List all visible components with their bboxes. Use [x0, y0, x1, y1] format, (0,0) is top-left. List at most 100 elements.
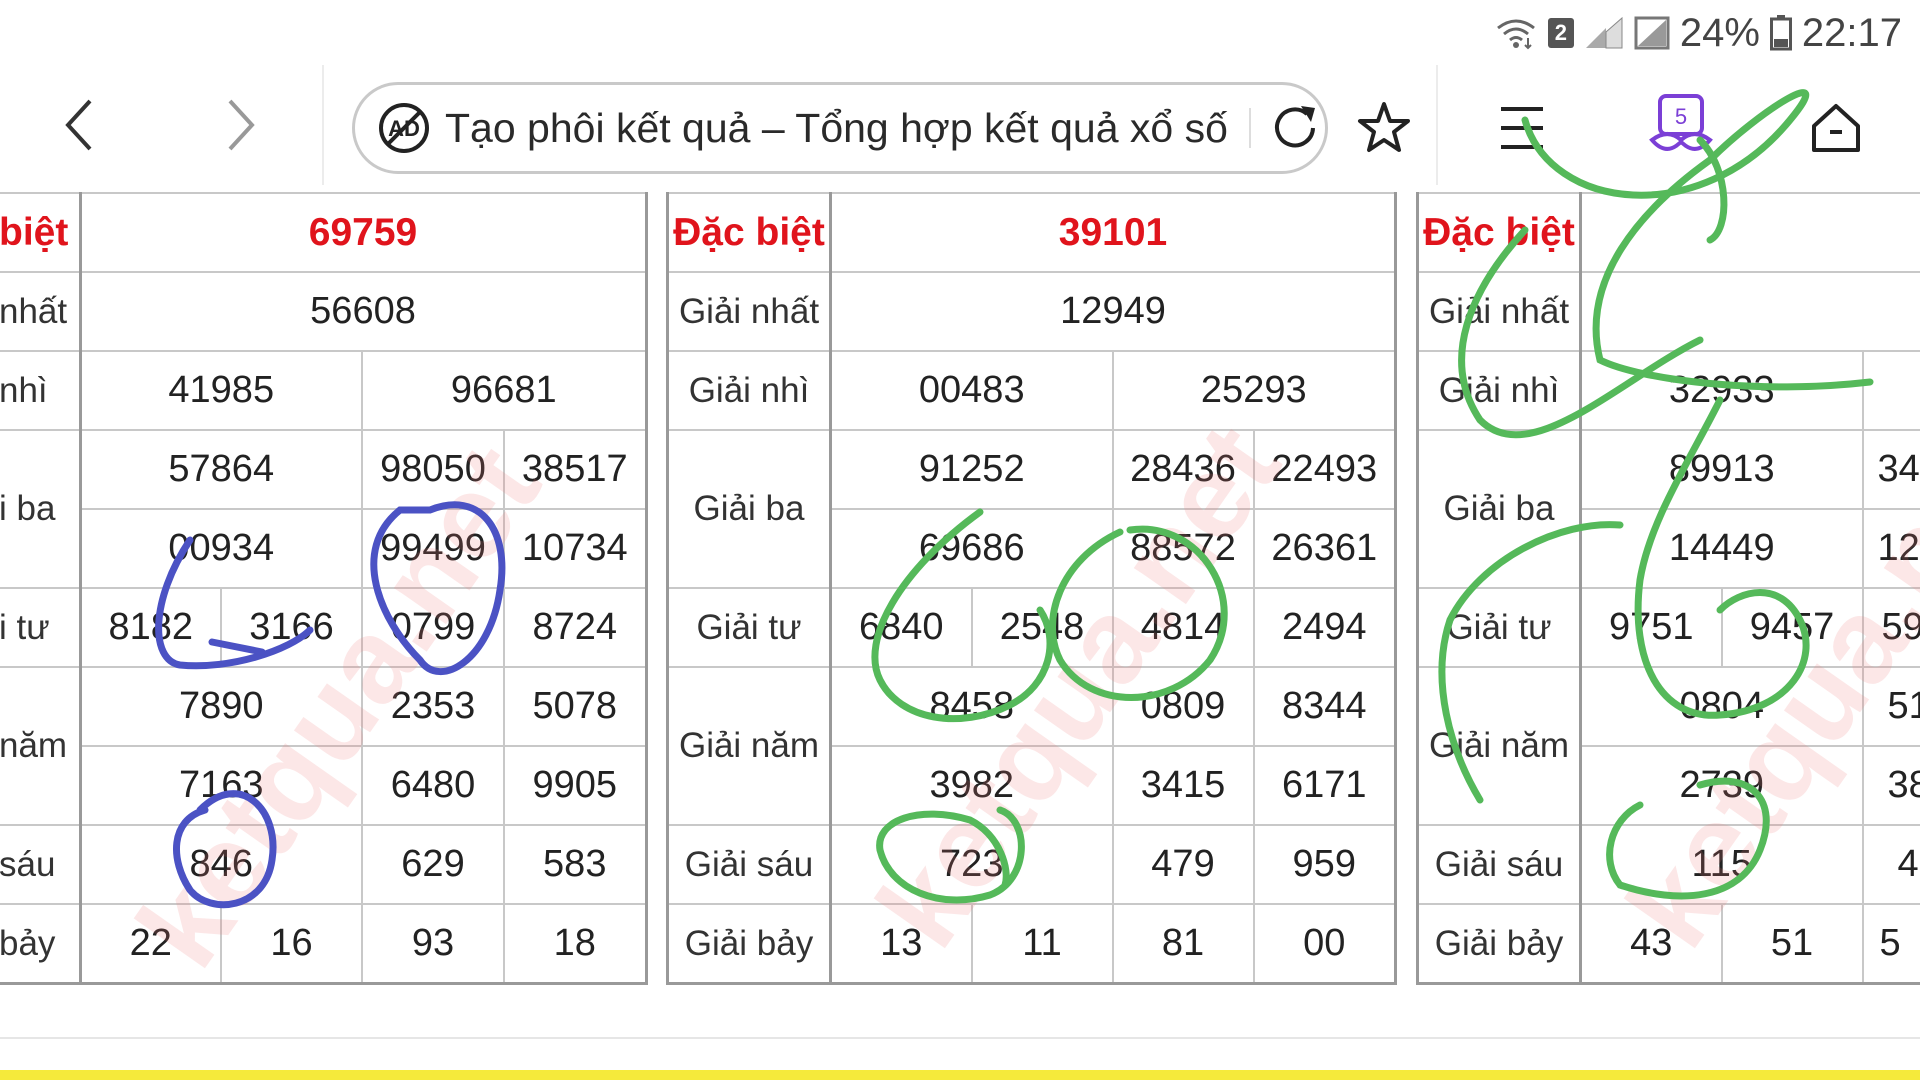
table-row: i tư 8182 3166 0799 8724 — [0, 587, 648, 668]
prize-cell: 8182 — [79, 587, 222, 668]
url-separator — [1249, 108, 1251, 148]
wifi-icon — [1494, 16, 1538, 50]
page-title-url[interactable]: Tạo phôi kết quả – Tổng hợp kết quả xổ s… — [445, 105, 1239, 152]
label-fourth: Giải tư — [1416, 587, 1582, 668]
prize-cell: 99499 — [361, 508, 505, 589]
prize-cell: 00 — [1252, 903, 1398, 985]
toolbar-divider — [322, 65, 324, 185]
prize-cell: 0804 — [1579, 666, 1864, 747]
hamburger-icon — [1501, 107, 1543, 149]
prize-cell: 2494 — [1252, 587, 1398, 668]
prize-cell: 38517 — [502, 429, 648, 510]
forward-button[interactable] — [200, 90, 280, 160]
prize-cell: 2548 — [970, 587, 1114, 668]
label-sixth: sáu — [0, 824, 82, 905]
table-row: bảy 22 16 93 18 — [0, 903, 648, 985]
results-table-1: biệt 69759 nhất 56608 nhì 41985 96681 i … — [0, 192, 648, 985]
prize-cell: 5105 — [1861, 666, 1920, 747]
prize-cell: 0799 — [361, 587, 505, 668]
home-icon — [1812, 104, 1860, 152]
prize-cell: 43 — [1579, 903, 1723, 985]
table-row: i ba 57864 98050 38517 — [0, 429, 648, 589]
prize-cell: 0809 — [1111, 666, 1255, 747]
prize-cell: 96681 — [360, 350, 648, 431]
table-row: Giải nhất 12949 — [666, 271, 1398, 352]
back-button[interactable] — [40, 90, 120, 160]
table-row: Giải tư 9751 9457 59 — [1416, 587, 1920, 668]
label-special: biệt — [0, 192, 82, 273]
prize-cell: 57864 — [79, 429, 363, 510]
tabs-button[interactable]: 5 — [1646, 90, 1716, 160]
incognito-tabs-icon: 5 — [1649, 94, 1713, 151]
table-row: Giải nhì 00483 25293 — [666, 350, 1398, 431]
table-row: Giải ba 89913 34295 — [1416, 429, 1920, 589]
reload-button[interactable] — [1265, 98, 1325, 158]
label-seventh: Giải bảy — [1416, 903, 1582, 985]
label-sixth: Giải sáu — [1416, 824, 1582, 905]
table-row: biệt 69759 — [0, 192, 648, 273]
yellow-banner-strip — [0, 1070, 1920, 1080]
prize-cell: 115 — [1579, 824, 1864, 905]
table-row: Giải bảy 43 51 5 — [1416, 903, 1920, 985]
menu-button[interactable] — [1490, 96, 1554, 160]
prize-cell: 12740 — [1861, 508, 1920, 589]
table-row: Giải sáu 115 433 — [1416, 824, 1920, 905]
prize-cell: 433 — [1861, 824, 1920, 905]
prize-cell: 26361 — [1252, 508, 1398, 589]
prize-cell: 583 — [502, 824, 648, 905]
reload-icon — [1275, 106, 1315, 148]
prize-cell: 3982 — [829, 745, 1114, 826]
signal-icon — [1584, 16, 1624, 50]
screen: 2 24% 22:17 Tạo phôi kết quả – Tổng hợp … — [0, 0, 1920, 1080]
results-content: biệt 69759 nhất 56608 nhì 41985 96681 i … — [0, 192, 1920, 1080]
prize-cell: 32933 — [1579, 350, 1864, 431]
prize-cell: 10734 — [502, 508, 648, 589]
special-prize-value: 16509 — [1579, 192, 1920, 273]
chevron-left-icon — [65, 99, 92, 151]
address-bar[interactable]: AD Tạo phôi kết quả – Tổng hợp kết quả x… — [352, 82, 1328, 174]
prize-cell: 629 — [361, 824, 505, 905]
label-fifth: Giải năm — [1416, 666, 1582, 826]
prize-cell: 00483 — [829, 350, 1114, 431]
table-row: Giải tư 6840 2548 4814 2494 — [666, 587, 1398, 668]
prize-cell: 14449 — [1579, 508, 1864, 589]
prize-cell — [1861, 350, 1920, 431]
prize-cell: 93 — [361, 903, 505, 985]
prize-cell: 3166 — [220, 587, 363, 668]
label-first: Giải nhất — [1416, 271, 1582, 352]
prize-cell: 6171 — [1252, 745, 1398, 826]
results-table-3-viewport: Đặc biệt 16509 Giải nhất 12231 Giải nhì … — [1416, 192, 1920, 992]
ad-block-icon[interactable]: AD — [377, 101, 431, 155]
table-row: sáu 846 629 583 — [0, 824, 648, 905]
clock: 22:17 — [1801, 10, 1902, 55]
label-sixth: Giải sáu — [666, 824, 832, 905]
prize-cell: 11 — [970, 903, 1114, 985]
prize-cell: 98050 — [361, 429, 505, 510]
table-row: Giải nhì 32933 — [1416, 350, 1920, 431]
prize-cell: 34295 — [1861, 429, 1920, 510]
first-prize-value: 12231 — [1579, 271, 1920, 352]
label-third: Giải ba — [666, 429, 832, 589]
results-table-2: Đặc biệt 39101 Giải nhất 12949 Giải nhì … — [666, 192, 1398, 985]
prize-cell: 25293 — [1111, 350, 1398, 431]
tab-count: 5 — [1675, 104, 1687, 129]
table-row: Giải năm 8458 0809 8344 — [666, 666, 1398, 826]
prize-cell: 2739 — [1579, 745, 1864, 826]
table-row: Giải bảy 13 11 81 00 — [666, 903, 1398, 985]
prize-cell: 7890 — [79, 666, 363, 747]
table-row: nhất 56608 — [0, 271, 648, 352]
prize-cell: 846 — [79, 824, 363, 905]
prize-cell: 8458 — [829, 666, 1114, 747]
special-prize-value: 69759 — [78, 192, 648, 273]
table-row: 00934 99499 10734 — [0, 508, 648, 589]
table-row: nhì 41985 96681 — [0, 350, 648, 431]
label-third: i ba — [0, 429, 82, 589]
table-row: Đặc biệt 39101 — [666, 192, 1398, 273]
home-button[interactable] — [1804, 96, 1868, 160]
label-first: Giải nhất — [666, 271, 832, 352]
prize-cell: 16 — [220, 903, 363, 985]
bookmark-button[interactable] — [1352, 96, 1416, 160]
prize-cell: 723 — [829, 824, 1114, 905]
prize-cell: 7163 — [79, 745, 363, 826]
prize-cell: 59 — [1861, 587, 1920, 668]
